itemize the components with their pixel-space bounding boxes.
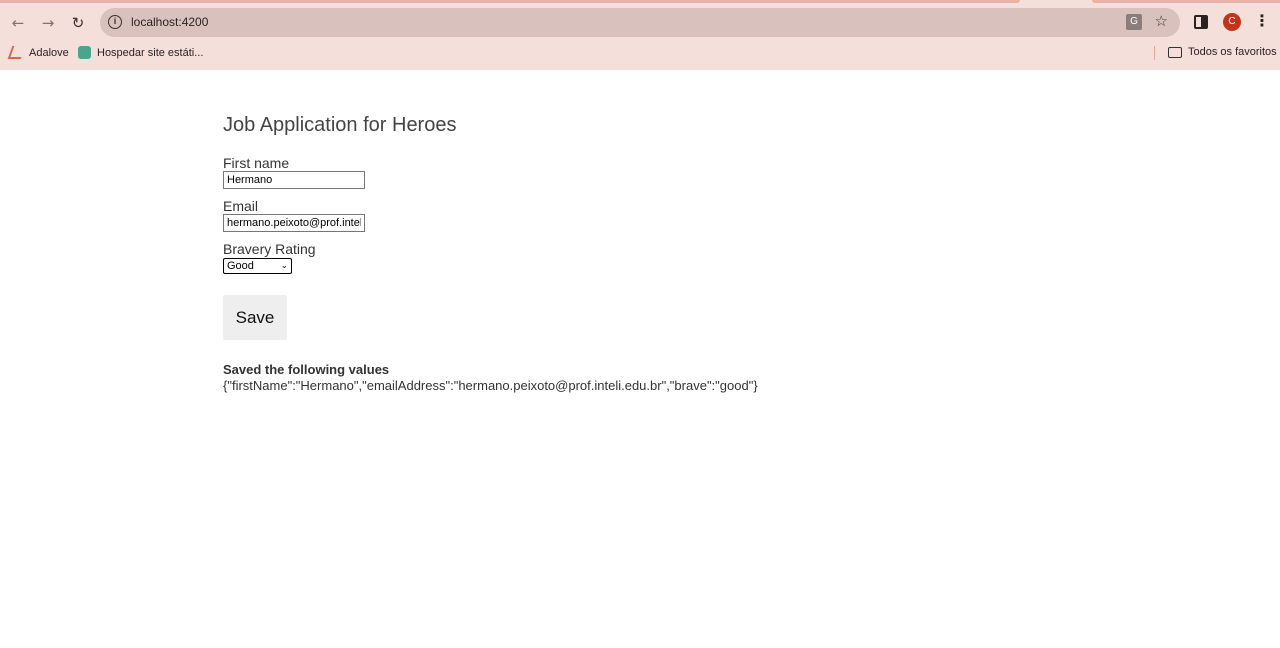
save-button[interactable]: Save — [223, 295, 287, 340]
bookmark-label: Adalove — [29, 46, 69, 59]
all-bookmarks-folder[interactable]: Todos os favoritos — [1168, 46, 1277, 58]
bravery-selected-value: Good — [227, 260, 254, 272]
folder-icon — [1168, 46, 1182, 58]
all-bookmarks-label: Todos os favoritos — [1188, 46, 1277, 58]
side-panel-icon[interactable] — [1194, 15, 1208, 29]
email-label: Email — [223, 198, 259, 214]
email-input[interactable] — [223, 214, 365, 232]
site-info-icon[interactable]: i — [108, 15, 122, 29]
chevron-down-icon: ⌄ — [280, 261, 288, 271]
address-bar[interactable]: i localhost:4200 G ☆ — [100, 8, 1180, 37]
reload-icon[interactable]: ↻ — [66, 11, 90, 35]
browser-chrome: ← → ↻ i localhost:4200 G ☆ C ⋮ Adalove H… — [0, 0, 1280, 70]
bookmark-star-icon[interactable]: ☆ — [1155, 12, 1168, 30]
browser-menu-icon[interactable]: ⋮ — [1254, 11, 1270, 30]
bookmark-adalove[interactable]: Adalove — [7, 46, 69, 59]
adalove-icon — [7, 46, 26, 59]
back-arrow-icon[interactable]: ← — [6, 11, 30, 35]
saved-values-json: {"firstName":"Hermano","emailAddress":"h… — [223, 378, 758, 393]
page-title: Job Application for Heroes — [223, 114, 457, 136]
hero-form-page: Job Application for Heroes First name Em… — [223, 114, 758, 393]
translate-icon[interactable]: G — [1126, 14, 1142, 30]
bookmark-label: Hospedar site estáti... — [97, 46, 204, 59]
bookmarks-divider — [1154, 46, 1155, 60]
browser-toolbar: ← → ↻ i localhost:4200 G ☆ C ⋮ — [0, 8, 1280, 38]
tab-strip — [0, 0, 1280, 4]
bookmark-hospedar-site[interactable]: Hospedar site estáti... — [78, 46, 203, 59]
first-name-input[interactable] — [223, 171, 365, 189]
forward-arrow-icon[interactable]: → — [36, 11, 60, 35]
active-tab-edge[interactable] — [0, 0, 1020, 3]
bravery-rating-select[interactable]: Good ⌄ — [223, 258, 292, 274]
inactive-tab-edge[interactable] — [1092, 0, 1280, 3]
address-bar-url[interactable]: localhost:4200 — [131, 15, 208, 29]
bookmarks-bar: Adalove Hospedar site estáti... Todos os… — [0, 44, 1280, 64]
bravery-rating-label: Bravery Rating — [223, 241, 316, 257]
profile-avatar[interactable]: C — [1223, 13, 1241, 31]
first-name-label: First name — [223, 155, 290, 171]
site-icon — [78, 46, 91, 59]
saved-values-heading: Saved the following values — [223, 362, 390, 377]
